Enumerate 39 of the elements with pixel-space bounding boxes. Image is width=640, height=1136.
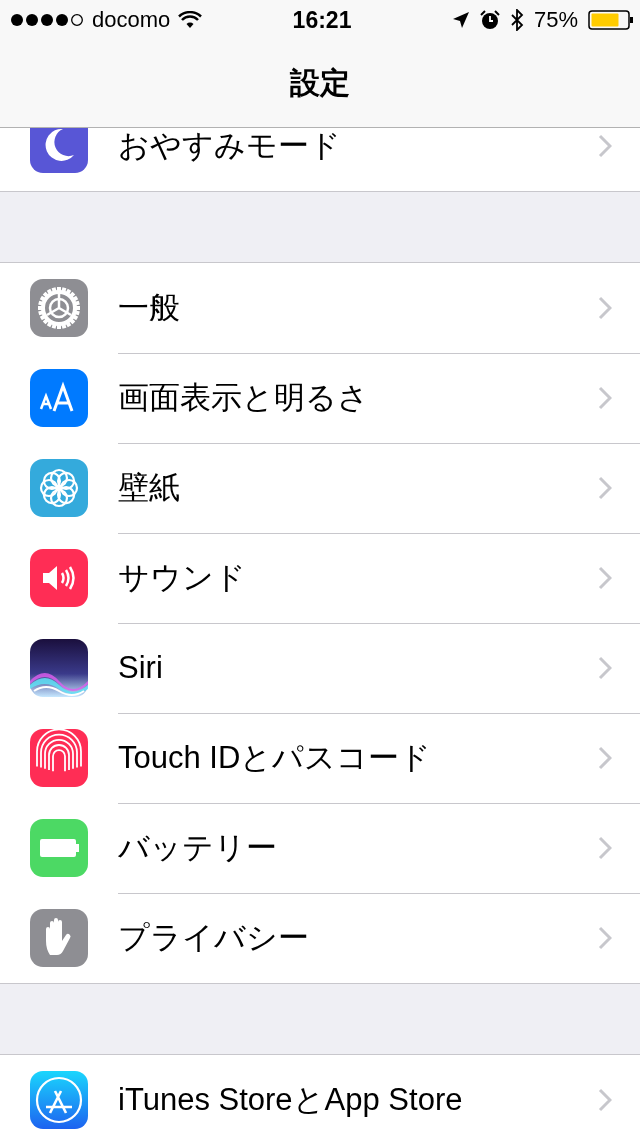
gear-icon: [30, 279, 88, 337]
row-label: iTunes StoreとApp Store: [118, 1081, 464, 1119]
chevron-icon: [598, 655, 612, 680]
signal-icon: [10, 13, 84, 27]
chevron-icon: [598, 926, 612, 950]
screen-title: 設定: [290, 64, 350, 101]
alarm-icon: [479, 10, 500, 30]
chevron-icon: [598, 295, 612, 320]
chevron-icon: [598, 385, 612, 410]
chevron-icon: [598, 835, 612, 860]
row-label: プライバシー: [118, 919, 310, 957]
wifi-icon: [178, 11, 203, 29]
battery-icon: [30, 819, 88, 877]
battery-percentage: 75%: [533, 7, 578, 33]
chevron-icon: [598, 745, 612, 770]
row-label: Siri: [118, 649, 164, 686]
siri-icon: [30, 639, 88, 697]
bluetooth-icon: [509, 9, 524, 31]
carrier-name: docomo: [92, 7, 171, 33]
row-label: サウンド: [118, 558, 247, 597]
hand-icon: [30, 909, 88, 967]
chevron-icon: [598, 565, 612, 590]
row-label: 画面表示と明るさ: [118, 378, 370, 417]
battery-icon: [588, 10, 634, 30]
speaker-icon: [30, 549, 88, 607]
location-icon: [451, 11, 470, 29]
row-label: 壁紙: [118, 468, 181, 507]
row-label: バッテリー: [118, 828, 278, 867]
row-label: 一般: [118, 288, 181, 327]
fingerprint-icon: [30, 729, 88, 787]
clock: 16:21: [292, 6, 352, 34]
text-size-icon: [30, 369, 88, 427]
row-label: おやすみモード: [118, 127, 342, 165]
chevron-icon: [598, 1088, 612, 1112]
app-store-icon: [30, 1071, 88, 1129]
chevron-icon: [598, 134, 612, 158]
chevron-icon: [598, 475, 612, 500]
flower-icon: [30, 459, 88, 517]
row-label: Touch IDとパスコード: [118, 738, 433, 777]
